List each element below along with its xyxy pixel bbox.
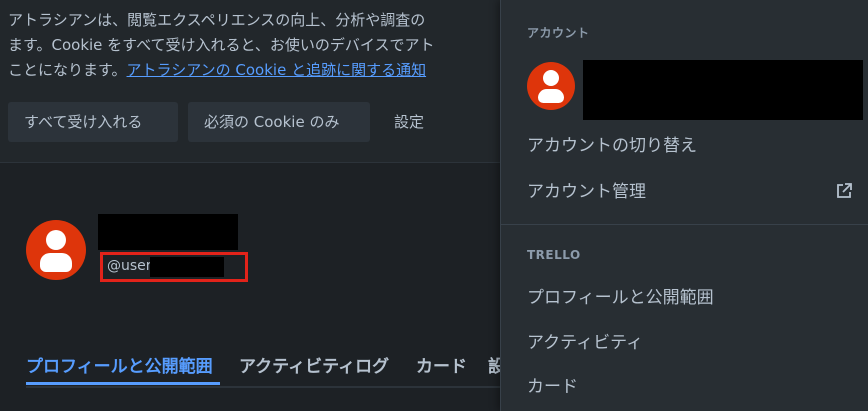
activity-menu-item[interactable]: アクティビティ — [501, 323, 868, 363]
tab-cards[interactable]: カード — [416, 352, 467, 386]
switch-account-menu-item[interactable]: アカウントの切り替え — [501, 126, 868, 166]
cards-label: カード — [527, 377, 578, 397]
cookie-notice-text: アトラシアンは、閲覧エクスペリエンスの向上、分析や調査の ます。Cookie を… — [8, 8, 498, 83]
username-text: @user — [107, 258, 152, 274]
cookie-policy-link[interactable]: アトラシアンの Cookie と追跡に関する通知 — [127, 61, 427, 79]
cookie-text-line-3-prefix: ことになります。 — [8, 61, 127, 79]
external-link-icon — [837, 183, 852, 198]
necessary-cookies-only-button[interactable]: 必須の Cookie のみ — [188, 102, 370, 142]
profile-visibility-label: プロフィールと公開範囲 — [527, 288, 714, 308]
cookie-settings-button[interactable]: 設定 — [380, 102, 450, 142]
manage-account-menu-item[interactable]: アカウント管理 — [501, 172, 868, 212]
account-name-redacted — [583, 60, 863, 120]
manage-account-label: アカウント管理 — [527, 182, 646, 202]
trello-section-title: TRELLO — [527, 248, 581, 262]
username-redacted — [150, 257, 224, 277]
profile-visibility-menu-item[interactable]: プロフィールと公開範囲 — [501, 278, 868, 318]
accept-all-cookies-button[interactable]: すべて受け入れる — [8, 102, 178, 142]
cards-menu-item[interactable]: カード — [501, 367, 868, 407]
user-avatar-icon — [26, 220, 86, 280]
tab-settings[interactable]: 設 — [488, 352, 500, 386]
account-section-title: アカウント — [527, 26, 590, 40]
menu-avatar-icon — [527, 62, 575, 110]
activity-label: アクティビティ — [527, 333, 644, 353]
cookie-text-line-1: アトラシアンは、閲覧エクスペリエンスの向上、分析や調査の — [8, 11, 426, 29]
cookie-text-line-3: ことになります。アトラシアンの Cookie と追跡に関する通知 — [8, 58, 498, 83]
switch-account-label: アカウントの切り替え — [527, 136, 697, 156]
tab-profile-visibility[interactable]: プロフィールと公開範囲 — [26, 352, 213, 386]
cookie-text-line-2: ます。Cookie をすべて受け入れると、お使いのデバイスでアト — [8, 36, 435, 54]
active-tab-indicator — [26, 382, 220, 385]
display-name-redacted — [98, 214, 238, 250]
tab-activity-log[interactable]: アクティビティログ — [239, 352, 389, 386]
menu-divider — [501, 224, 868, 225]
tabs-divider — [26, 386, 500, 388]
account-menu: アカウント アカウントの切り替え アカウント管理 TRELLO プロフィールと公… — [500, 0, 868, 411]
